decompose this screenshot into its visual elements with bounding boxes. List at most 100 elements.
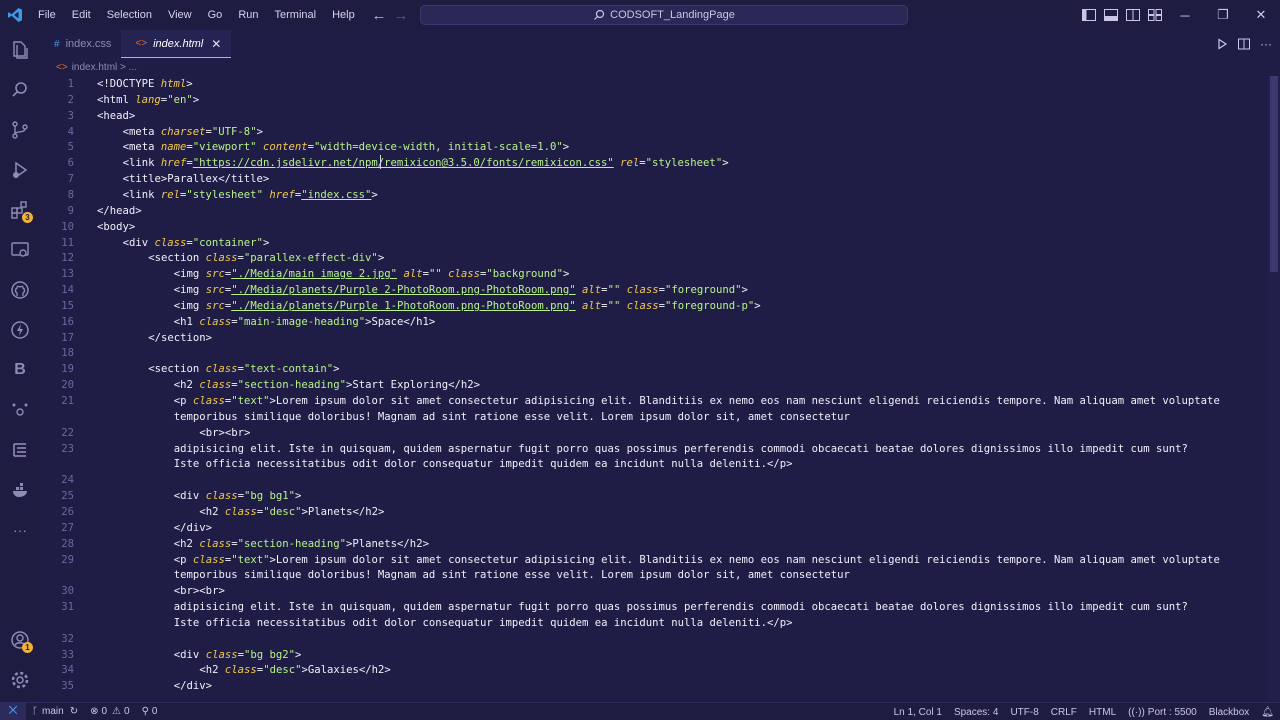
customize-layout-icon[interactable]: [1144, 0, 1166, 30]
docker-icon[interactable]: [0, 470, 40, 510]
code-line[interactable]: 1 <!DOCTYPE html>: [40, 76, 1240, 92]
code-line[interactable]: 4 <meta charset="UTF-8">: [40, 124, 1240, 140]
menu-go[interactable]: Go: [200, 0, 231, 30]
indentation[interactable]: Spaces: 4: [948, 703, 1004, 720]
run-icon[interactable]: [1216, 38, 1228, 50]
code-line[interactable]: temporibus similique doloribus! Magnam a…: [40, 567, 1240, 583]
code-line[interactable]: 25 <div class="bg bg1">: [40, 488, 1240, 504]
problems-indicator[interactable]: ⊗ 0 ⚠ 0: [84, 703, 135, 720]
code-line[interactable]: 28 <h2 class="section-heading">Planets</h…: [40, 536, 1240, 552]
code-line[interactable]: 8 <link rel="stylesheet" href="index.css"…: [40, 187, 1240, 203]
menu-edit[interactable]: Edit: [64, 0, 99, 30]
menu-file[interactable]: File: [30, 0, 64, 30]
menu-help[interactable]: Help: [324, 0, 363, 30]
code-token: >Space</h1>: [365, 315, 436, 328]
menu-terminal[interactable]: Terminal: [267, 0, 325, 30]
code-line[interactable]: 5 <meta name="viewport" content="width=de…: [40, 139, 1240, 155]
menu-view[interactable]: View: [160, 0, 200, 30]
tab-index-css[interactable]: # index.css: [40, 30, 121, 58]
code-line[interactable]: 31 adipisicing elit. Iste in quisquam, qu…: [40, 599, 1240, 615]
extensions-icon[interactable]: 3: [0, 190, 40, 230]
code-line[interactable]: 29 <p class="text">Lorem ipsum dolor sit …: [40, 552, 1240, 568]
remote-explorer-icon[interactable]: [0, 230, 40, 270]
breadcrumb-ellipsis[interactable]: ...: [129, 62, 137, 73]
code-line[interactable]: 24: [40, 472, 1240, 488]
code-line[interactable]: 26 <h2 class="desc">Planets</h2>: [40, 504, 1240, 520]
accounts-icon[interactable]: 1: [0, 620, 40, 660]
code-line[interactable]: 7 <title>Parallex</title>: [40, 171, 1240, 187]
code-line[interactable]: 32: [40, 631, 1240, 647]
tab-index-html[interactable]: <> index.html ✕: [121, 30, 232, 58]
code-line[interactable]: 19 <section class="text-contain">: [40, 361, 1240, 377]
live-share-icon[interactable]: [0, 390, 40, 430]
github-icon[interactable]: [0, 270, 40, 310]
code-line[interactable]: 23 adipisicing elit. Iste in quisquam, qu…: [40, 441, 1240, 457]
maximize-icon[interactable]: ❐: [1204, 0, 1242, 30]
branch-indicator[interactable]: ᚴ main ↻: [26, 703, 84, 720]
sync-icon[interactable]: ↻: [70, 706, 78, 717]
code-line[interactable]: 33 <div class="bg bg2">: [40, 647, 1240, 663]
run-and-debug-icon[interactable]: [0, 150, 40, 190]
code-line[interactable]: 14 <img src="./Media/planets/Purple 2-Pho…: [40, 282, 1240, 298]
code-line[interactable]: Iste officia necessitatibus odit dolor c…: [40, 615, 1240, 631]
lightning-icon[interactable]: [0, 310, 40, 350]
end-of-line[interactable]: CRLF: [1045, 703, 1083, 720]
code-line[interactable]: 34 <h2 class="desc">Galaxies</h2>: [40, 662, 1240, 678]
code-line[interactable]: 2 <html lang="en">: [40, 92, 1240, 108]
code-editor[interactable]: 1 <!DOCTYPE html> 2 <html lang="en"> 3 <head>…: [40, 76, 1268, 702]
more-actions-icon[interactable]: ···: [1260, 37, 1272, 51]
scrollbar-thumb[interactable]: [1270, 76, 1278, 272]
forward-arrow-icon[interactable]: →: [390, 7, 412, 24]
explorer-icon[interactable]: [0, 30, 40, 70]
list-icon[interactable]: [0, 430, 40, 470]
more-icon[interactable]: ···: [0, 510, 40, 550]
code-line[interactable]: 27 </div>: [40, 520, 1240, 536]
command-center-search[interactable]: CODSOFT_LandingPage: [420, 5, 908, 25]
source-control-icon[interactable]: [0, 110, 40, 150]
blackbox-b-icon[interactable]: B: [0, 350, 40, 390]
search-sidebar-icon[interactable]: [0, 70, 40, 110]
toggle-secondary-sidebar-icon[interactable]: [1122, 0, 1144, 30]
close-window-icon[interactable]: ✕: [1242, 0, 1280, 30]
notifications-bell-icon[interactable]: 🔔︎: [1255, 703, 1280, 720]
code-line[interactable]: 9 </head>: [40, 203, 1240, 219]
code-line[interactable]: 20 <h2 class="section-heading">Start Expl…: [40, 377, 1240, 393]
code-line[interactable]: 16 <h1 class="main-image-heading">Space</…: [40, 314, 1240, 330]
split-editor-icon[interactable]: [1238, 38, 1250, 50]
code-line[interactable]: 12 <section class="parallex-effect-div">: [40, 250, 1240, 266]
code-line[interactable]: 35 </div>: [40, 678, 1240, 694]
menu-run[interactable]: Run: [230, 0, 266, 30]
code-line[interactable]: 30 <br><br>: [40, 583, 1240, 599]
cursor-position[interactable]: Ln 1, Col 1: [888, 703, 948, 720]
encoding[interactable]: UTF-8: [1004, 703, 1044, 720]
code-line[interactable]: 3 <head>: [40, 108, 1240, 124]
code-line[interactable]: 13 <img src="./Media/main image 2.jpg" al…: [40, 266, 1240, 282]
back-arrow-icon[interactable]: ←: [368, 7, 390, 24]
ports-indicator[interactable]: ⚲ 0: [136, 703, 164, 720]
minimize-icon[interactable]: ─: [1166, 0, 1204, 30]
breadcrumb-file[interactable]: index.html: [72, 62, 118, 73]
blackbox-status[interactable]: Blackbox: [1203, 703, 1256, 720]
close-tab-icon[interactable]: ✕: [211, 37, 221, 51]
line-number: 33: [61, 648, 74, 661]
menu-selection[interactable]: Selection: [99, 0, 160, 30]
code-line[interactable]: 17 </section>: [40, 330, 1240, 346]
toggle-primary-sidebar-icon[interactable]: [1078, 0, 1100, 30]
remote-indicator-icon[interactable]: ⨉: [0, 702, 26, 720]
code-line[interactable]: temporibus similique doloribus! Magnam a…: [40, 409, 1240, 425]
vertical-scrollbar[interactable]: [1268, 76, 1280, 702]
code-line[interactable]: 18: [40, 345, 1240, 361]
code-line[interactable]: 15 <img src="./Media/planets/Purple 1-Pho…: [40, 298, 1240, 314]
code-line[interactable]: 6 <link href="https://cdn.jsdelivr.net/np…: [40, 155, 1240, 171]
code-line[interactable]: Iste officia necessitatibus odit dolor c…: [40, 456, 1240, 472]
code-line[interactable]: 11 <div class="container">: [40, 235, 1240, 251]
language-mode[interactable]: HTML: [1083, 703, 1122, 720]
toggle-panel-icon[interactable]: [1100, 0, 1122, 30]
code-line[interactable]: 22 <br><br>: [40, 425, 1240, 441]
live-server-port[interactable]: ((·)) Port : 5500: [1122, 703, 1203, 720]
code-token: <section: [148, 363, 206, 376]
code-line[interactable]: 10 <body>: [40, 219, 1240, 235]
line-number: 29: [61, 553, 74, 566]
code-line[interactable]: 21 <p class="text">Lorem ipsum dolor sit …: [40, 393, 1240, 409]
manage-gear-icon[interactable]: [0, 660, 40, 700]
